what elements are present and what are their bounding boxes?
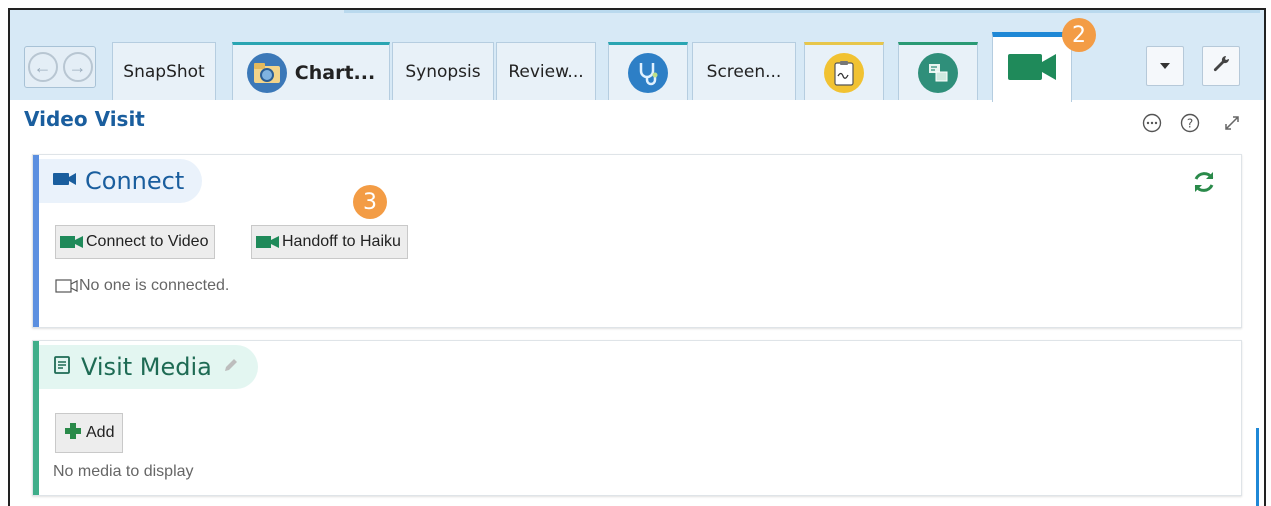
handoff-step-badge: 3 [353,185,387,219]
connect-to-video-button[interactable]: Connect to Video [55,225,216,259]
caret-down-icon [1159,57,1171,75]
plus-icon [64,422,82,445]
back-arrow-icon[interactable]: ← [27,52,58,82]
stethoscope-icon [628,52,668,93]
tab-screening-label: Screen... [706,61,782,82]
tab-chart-label: Chart... [294,61,376,84]
more-options-icon[interactable] [1140,111,1164,135]
connect-to-video-label: Connect to Video [86,233,209,250]
epic-window: ← → SnapShot Chart... Synopsis Review...… [8,8,1266,506]
visit-media-header: Visit Media [39,345,258,389]
activity-tab-bar: ← → SnapShot Chart... Synopsis Review...… [10,10,1264,102]
chart-folder-icon [246,52,287,93]
connect-title: Connect [85,167,185,195]
tab-snapshot-label: SnapShot [123,61,205,82]
tab-review-label: Review... [508,61,584,82]
tab-synopsis[interactable]: Synopsis [392,42,494,100]
connection-status: No one is connected. [79,277,230,294]
video-camera-icon [53,171,77,192]
tab-snapshot[interactable]: SnapShot [112,42,216,100]
video-camera-icon [256,235,280,249]
visit-media-card: Visit Media Add No media to display [32,340,1242,496]
note-icon [53,355,73,380]
more-activities-dropdown[interactable] [1146,46,1184,86]
back-forward-buttons[interactable]: ← → [24,46,96,88]
tab-bar-top-line [344,10,1260,13]
tab-stethoscope[interactable] [608,42,688,100]
refresh-icon[interactable] [1191,169,1217,200]
video-camera-icon [1006,51,1058,88]
visit-media-title: Visit Media [81,353,212,381]
handoff-to-haiku-label: Handoff to Haiku [282,233,401,250]
add-media-button[interactable]: Add [55,413,124,453]
tab-video-visit[interactable] [992,32,1072,102]
tab-chart-review[interactable]: Chart... [232,42,390,100]
help-icon[interactable]: ? [1178,111,1202,135]
handoff-to-haiku-button[interactable]: Handoff to Haiku [251,225,408,259]
svg-text:?: ? [1187,117,1193,131]
clipboard-signature-icon [824,52,864,93]
wrench-icon [1212,55,1230,78]
tab-review[interactable]: Review... [496,42,596,100]
tab-step-badge: 2 [1062,18,1096,52]
expand-icon[interactable] [1220,111,1244,135]
scrollbar-thumb[interactable] [1256,428,1259,506]
connect-header: Connect [39,159,203,203]
forward-arrow-icon[interactable]: → [62,52,93,82]
tab-notes[interactable] [804,42,884,100]
personalize-button[interactable] [1202,46,1240,86]
pencil-icon[interactable] [222,356,240,379]
video-off-icon [55,277,79,300]
video-camera-icon [60,235,84,249]
orders-icon [918,52,958,93]
tab-screening[interactable]: Screen... [692,42,796,100]
tab-orders[interactable] [898,42,978,100]
connect-card: Connect Connect to Video Handoff to Haik… [32,154,1242,328]
page-title: Video Visit [24,107,145,131]
add-media-label: Add [86,424,115,441]
tab-synopsis-label: Synopsis [405,61,481,82]
media-empty-text: No media to display [53,463,194,480]
